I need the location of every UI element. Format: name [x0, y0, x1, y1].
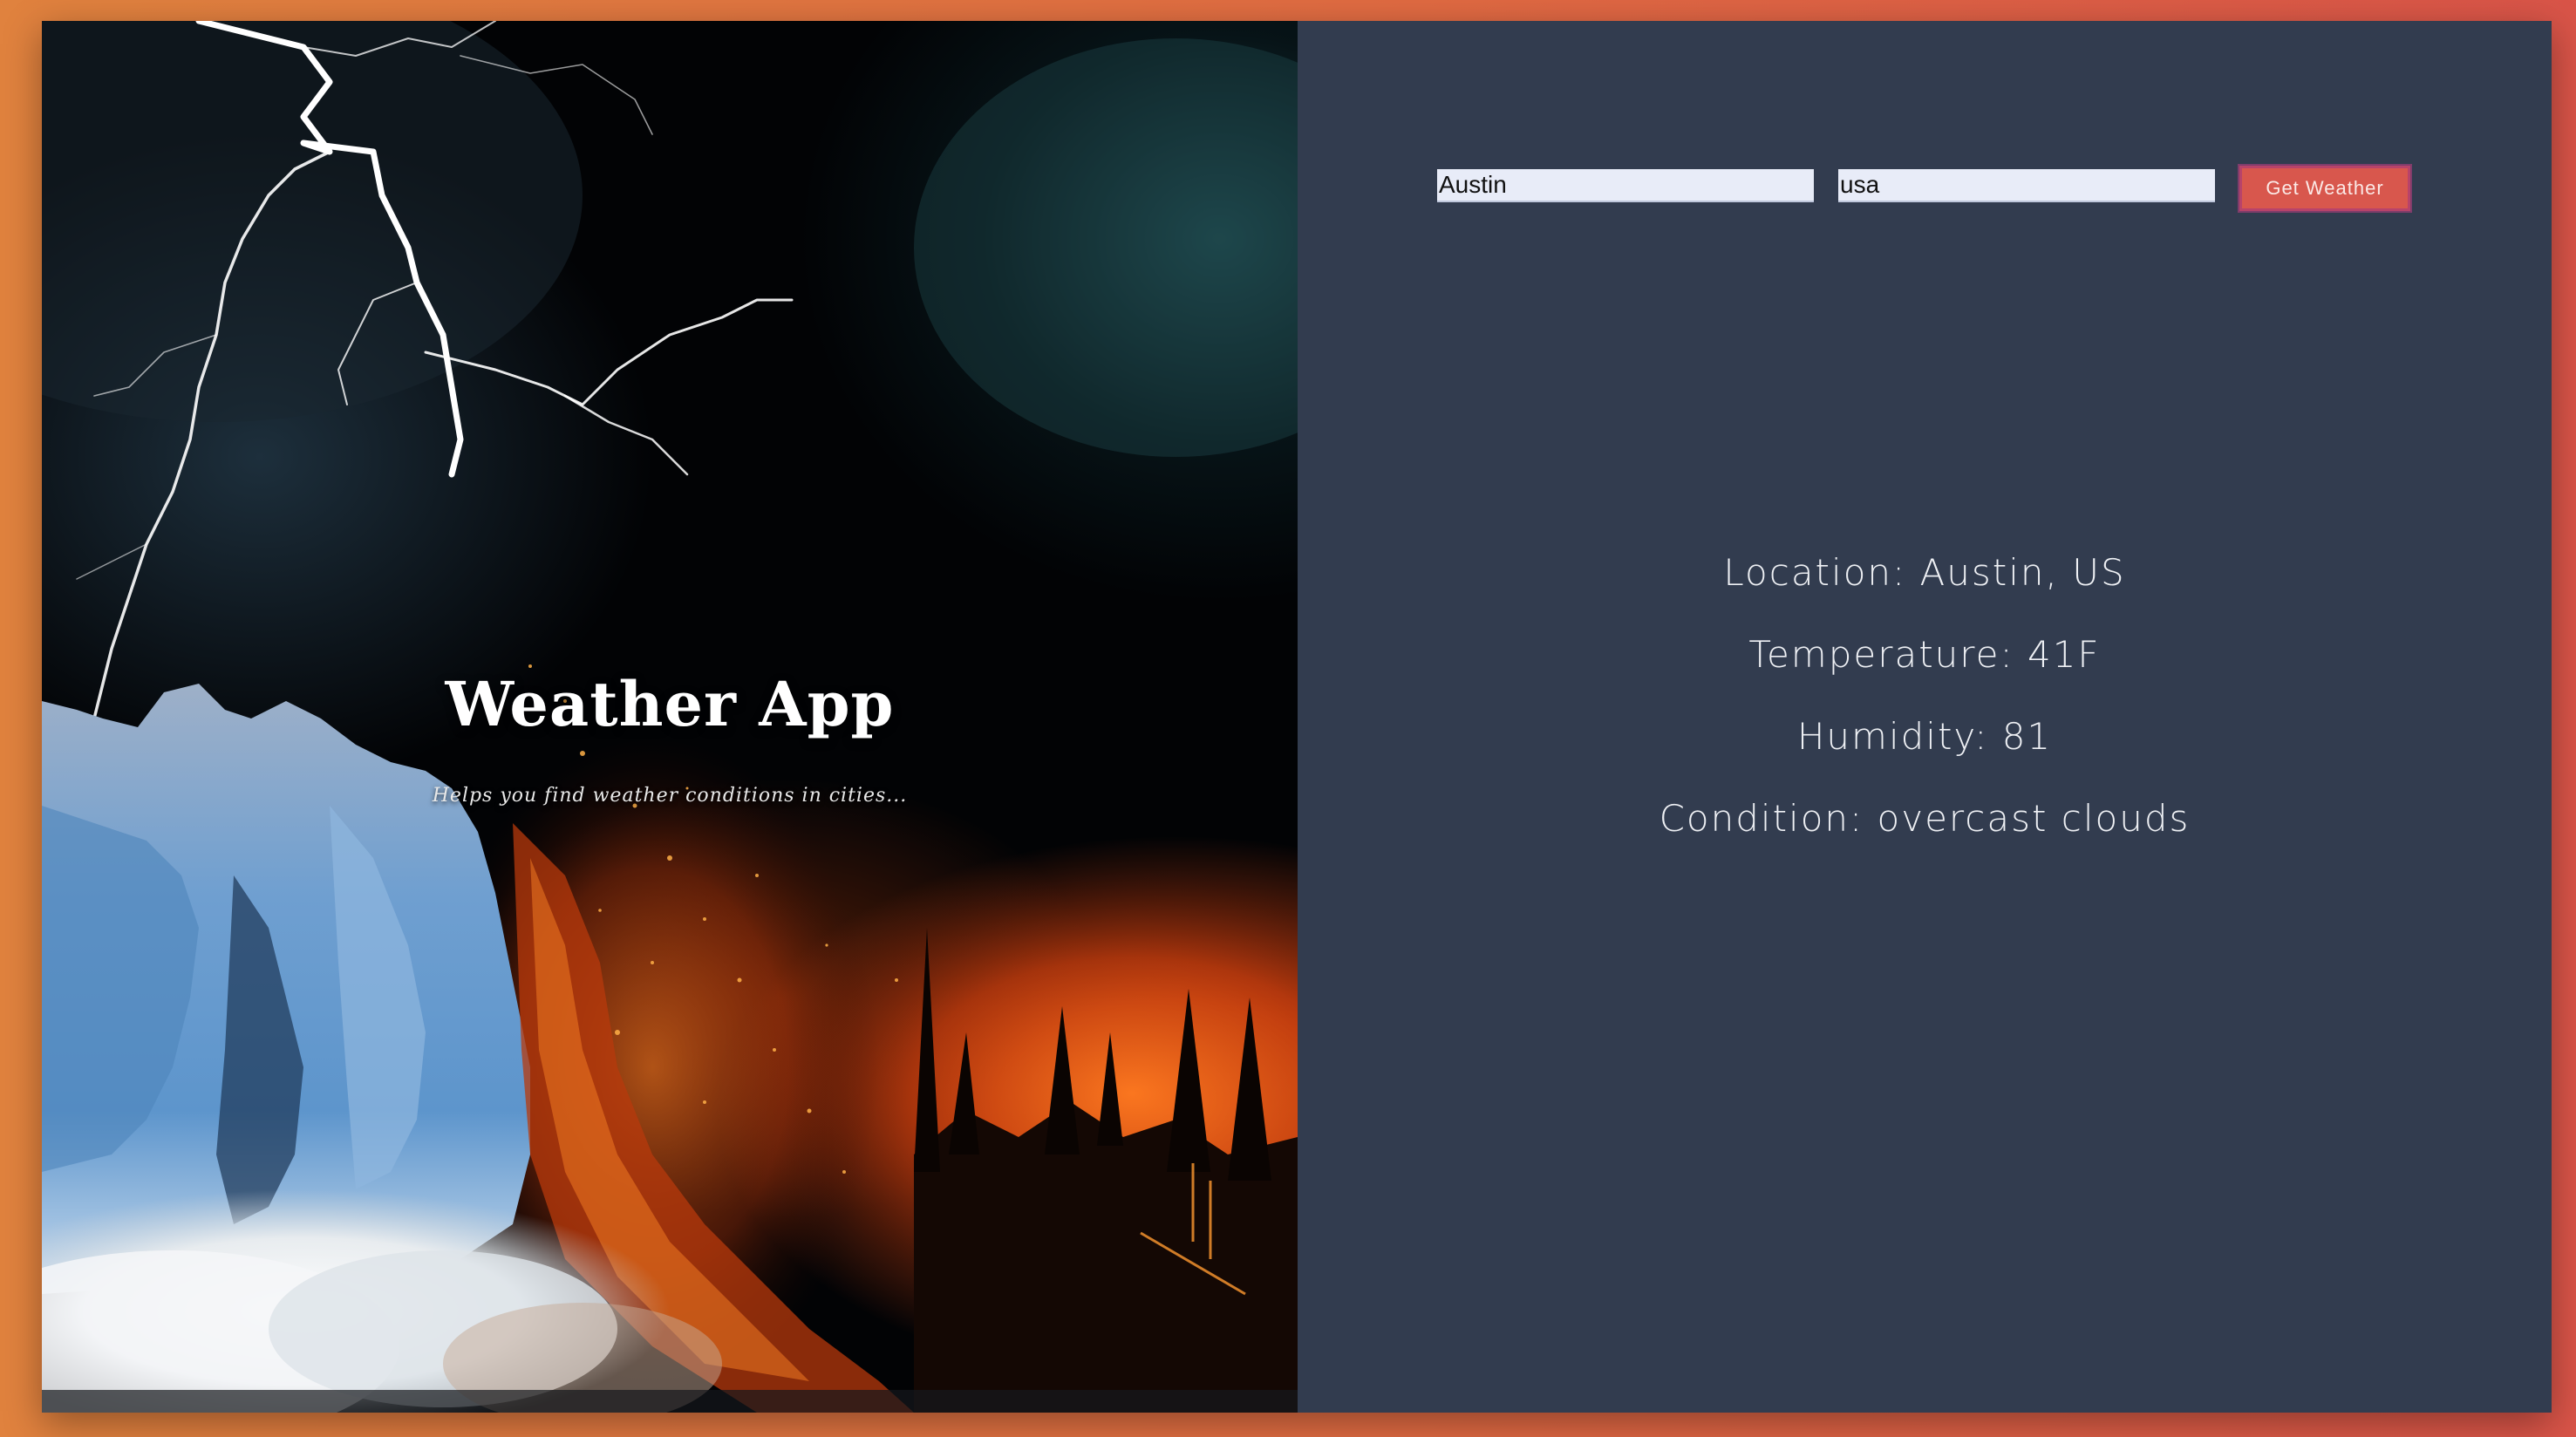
weather-results: Location: Austin, US Temperature: 41F Hu… [1298, 532, 2552, 860]
condition-text: Condition: overcast clouds [1659, 797, 2191, 840]
weather-panel: Get Weather Location: Austin, US Tempera… [1298, 21, 2552, 1413]
location-text: Location: Austin, US [1723, 551, 2126, 594]
app-card: Weather App Helps you find weather condi… [42, 21, 2552, 1413]
app-title: Weather App [445, 668, 895, 740]
temperature-text: Temperature: 41F [1748, 633, 2101, 676]
country-input[interactable] [1838, 169, 2215, 202]
hero-panel: Weather App Helps you find weather condi… [42, 21, 1298, 1413]
city-input[interactable] [1437, 169, 1814, 202]
app-subtitle: Helps you find weather conditions in cit… [432, 785, 908, 807]
get-weather-button[interactable]: Get Weather [2239, 166, 2410, 211]
humidity-text: Humidity: 81 [1796, 715, 2053, 758]
